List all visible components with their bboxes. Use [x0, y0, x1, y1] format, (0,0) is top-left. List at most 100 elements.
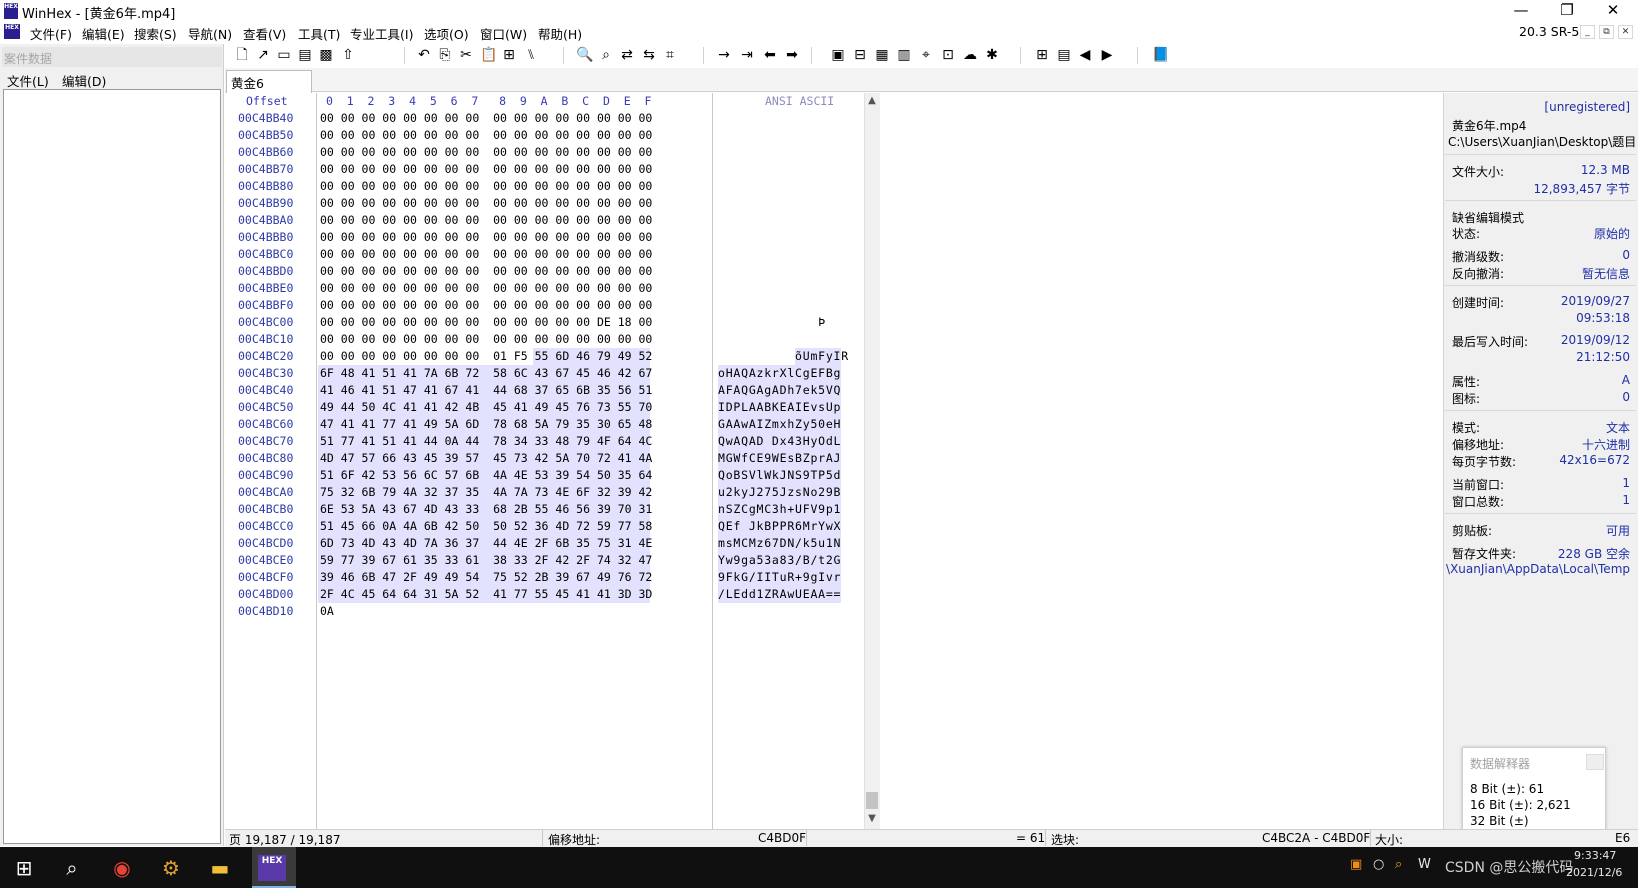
menu-options[interactable]: 选项(O): [424, 24, 469, 43]
row-bytes[interactable]: 00 00 00 00 00 00 00 00 00 00 00 00 00 0…: [320, 110, 652, 127]
hash-icon[interactable]: ⌖: [918, 47, 934, 63]
hex-row[interactable]: 00C4BCF0 39 46 6B 47 2F 49 49 54 75 52 2B…: [226, 569, 880, 586]
menu-window[interactable]: 窗口(W): [480, 24, 527, 43]
row-bytes[interactable]: 0A: [320, 603, 334, 620]
case-data-tree[interactable]: [3, 89, 221, 844]
menu-file[interactable]: 文件(F): [30, 24, 72, 43]
row-bytes[interactable]: 4D 47 57 66 43 45 39 57 45 73 42 5A 70 7…: [320, 450, 652, 467]
row-ascii[interactable]: QwAQAD Dx43HyOdL: [718, 433, 841, 450]
hex-row[interactable]: 00C4BB80 00 00 00 00 00 00 00 00 00 00 00…: [226, 178, 880, 195]
menu-view[interactable]: 查看(V): [243, 24, 286, 43]
replace-icon[interactable]: ⇄: [619, 47, 635, 63]
menu-navigate[interactable]: 导航(N): [188, 24, 232, 43]
paste-icon[interactable]: 📋: [480, 47, 497, 63]
row-bytes[interactable]: 00 00 00 00 00 00 00 00 00 00 00 00 00 D…: [320, 314, 652, 331]
row-ascii[interactable]: MGWfCE9WEsBZprAJ: [718, 450, 841, 467]
row-bytes[interactable]: 41 46 41 51 47 41 67 41 44 68 37 65 6B 3…: [320, 382, 652, 399]
goto-sector-icon[interactable]: ⇥: [739, 47, 755, 63]
start-windows-icon[interactable]: ⊞: [8, 852, 40, 884]
winhex-taskbar-icon[interactable]: HEX: [258, 855, 286, 881]
tray-wps-icon[interactable]: W: [1418, 857, 1431, 872]
row-bytes[interactable]: 00 00 00 00 00 00 00 00 00 00 00 00 00 0…: [320, 178, 652, 195]
cut-icon[interactable]: ✂: [458, 47, 474, 63]
row-bytes[interactable]: 00 00 00 00 00 00 00 00 00 00 00 00 00 0…: [320, 195, 652, 212]
app-icon[interactable]: ⚙: [155, 852, 187, 884]
maximize-button[interactable]: ❐: [1544, 0, 1590, 22]
export-icon[interactable]: ⇧: [340, 47, 356, 63]
disk-icon[interactable]: ▣: [830, 47, 846, 63]
hex-row[interactable]: 00C4BBA0 00 00 00 00 00 00 00 00 00 00 00…: [226, 212, 880, 229]
hex-row[interactable]: 00C4BBC0 00 00 00 00 00 00 00 00 00 00 00…: [226, 246, 880, 263]
row-bytes[interactable]: 51 45 66 0A 4A 6B 42 50 50 52 36 4D 72 5…: [320, 518, 652, 535]
hex-row[interactable]: 00C4BCA0 75 32 6B 79 4A 32 37 35 4A 7A 73…: [226, 484, 880, 501]
hex-row[interactable]: 00C4BB60 00 00 00 00 00 00 00 00 00 00 00…: [226, 144, 880, 161]
mdi-minimize-button[interactable]: _: [1580, 25, 1595, 39]
row-ascii[interactable]: AFAQGAgADh7ek5VQ: [718, 382, 841, 399]
mdi-restore-button[interactable]: ⧉: [1599, 25, 1614, 39]
hex-row[interactable]: 00C4BB70 00 00 00 00 00 00 00 00 00 00 00…: [226, 161, 880, 178]
copy-icon[interactable]: ⎘: [437, 47, 453, 63]
calculator-icon[interactable]: ▥: [896, 47, 912, 63]
checksum-icon[interactable]: ⊡: [940, 47, 956, 63]
row-bytes[interactable]: 00 00 00 00 00 00 00 00 00 00 00 00 00 0…: [320, 212, 652, 229]
hex-row[interactable]: 00C4BB90 00 00 00 00 00 00 00 00 00 00 00…: [226, 195, 880, 212]
hex-row[interactable]: 00C4BC60 47 41 41 77 41 49 5A 6D 78 68 5A…: [226, 416, 880, 433]
file-explorer-icon[interactable]: ▬: [204, 852, 236, 884]
case-menu-file[interactable]: 文件(L): [7, 71, 49, 90]
case-menu-edit[interactable]: 编辑(D): [62, 71, 106, 90]
row-bytes[interactable]: 49 44 50 4C 41 41 42 4B 45 41 49 45 76 7…: [320, 399, 652, 416]
close-button[interactable]: ✕: [1590, 0, 1636, 22]
hex-row[interactable]: 00C4BC40 41 46 41 51 47 41 67 41 44 68 37…: [226, 382, 880, 399]
properties-icon[interactable]: ▩: [318, 47, 334, 63]
row-bytes[interactable]: 00 00 00 00 00 00 00 00 00 00 00 00 00 0…: [320, 229, 652, 246]
hex-row[interactable]: 00C4BCE0 59 77 39 67 61 35 33 61 38 33 2F…: [226, 552, 880, 569]
hex-row[interactable]: 00C4BC00 00 00 00 00 00 00 00 00 00 00 00…: [226, 314, 880, 331]
menu-pro-tools[interactable]: 专业工具(I): [350, 24, 413, 43]
file-tab[interactable]: 黄金6年.mp4: [226, 70, 312, 110]
hex-row[interactable]: 00C4BCD0 6D 73 4D 43 4D 7A 36 37 44 4E 2F…: [226, 535, 880, 552]
row-bytes[interactable]: 00 00 00 00 00 00 00 00 00 00 00 00 00 0…: [320, 144, 652, 161]
hex-row[interactable]: 00C4BBF0 00 00 00 00 00 00 00 00 00 00 00…: [226, 297, 880, 314]
tools-icon[interactable]: ✱: [984, 47, 1000, 63]
hex-row[interactable]: 00C4BB40 00 00 00 00 00 00 00 00 00 00 00…: [226, 110, 880, 127]
hex-row[interactable]: 00C4BCC0 51 45 66 0A 4A 6B 42 50 50 52 36…: [226, 518, 880, 535]
menu-search[interactable]: 搜索(S): [134, 24, 177, 43]
interpreter-close-icon[interactable]: [1586, 754, 1604, 770]
open-disk-icon[interactable]: ⊟: [852, 47, 868, 63]
print-icon[interactable]: ▤: [297, 47, 313, 63]
row-ascii[interactable]: QoBSVlWkJNS9TP5d: [718, 467, 841, 484]
row-bytes[interactable]: 00 00 00 00 00 00 00 00 00 00 00 00 00 0…: [320, 161, 652, 178]
row-ascii[interactable]: QEf JkBPPR6MrYwX: [718, 518, 841, 535]
row-bytes[interactable]: 59 77 39 67 61 35 33 61 38 33 2F 42 2F 7…: [320, 552, 652, 569]
hex-row[interactable]: 00C4BBD0 00 00 00 00 00 00 00 00 00 00 00…: [226, 263, 880, 280]
hex-row[interactable]: 00C4BC90 51 6F 42 53 56 6C 57 6B 4A 4E 53…: [226, 467, 880, 484]
tray-app-icon[interactable]: ▣: [1350, 857, 1362, 872]
binary-icon[interactable]: ⑊: [523, 47, 539, 63]
find-icon[interactable]: 🔍: [576, 47, 593, 63]
goto-offset-icon[interactable]: →: [716, 47, 732, 63]
row-bytes[interactable]: 51 6F 42 53 56 6C 57 6B 4A 4E 53 39 54 5…: [320, 467, 652, 484]
hex-row[interactable]: 00C4BC20 00 00 00 00 00 00 00 00 01 F5 55…: [226, 348, 880, 365]
scroll-up-icon[interactable]: ▲: [864, 93, 880, 109]
hex-row[interactable]: 00C4BBE0 00 00 00 00 00 00 00 00 00 00 00…: [226, 280, 880, 297]
tray-circle-icon[interactable]: ○: [1373, 857, 1384, 872]
row-ascii[interactable]: IDPLAABKEAIEvsUp: [718, 399, 841, 416]
next-icon[interactable]: ▶: [1099, 47, 1115, 63]
row-ascii[interactable]: GAAwAIZmxhZy50eH: [718, 416, 841, 433]
help-book-icon[interactable]: 📘: [1152, 47, 1169, 63]
save-icon[interactable]: ▭: [276, 47, 292, 63]
row-bytes[interactable]: 6F 48 41 51 41 7A 6B 72 58 6C 43 67 45 4…: [320, 365, 652, 382]
hex-row[interactable]: 00C4BC70 51 77 41 51 41 44 0A 44 78 34 33…: [226, 433, 880, 450]
mdi-close-button[interactable]: ✕: [1618, 25, 1633, 39]
row-bytes[interactable]: 00 00 00 00 00 00 00 00 00 00 00 00 00 0…: [320, 246, 652, 263]
row-bytes[interactable]: 6E 53 5A 43 67 4D 43 33 68 2B 55 46 56 3…: [320, 501, 652, 518]
vertical-scrollbar[interactable]: [864, 93, 880, 829]
hex-row[interactable]: 00C4BC50 49 44 50 4C 41 41 42 4B 45 41 49…: [226, 399, 880, 416]
row-ascii[interactable]: u2kyJ275JzsNo29B: [718, 484, 841, 501]
replace-hex-icon[interactable]: ⇆: [641, 47, 657, 63]
row-bytes[interactable]: 00 00 00 00 00 00 00 00 00 00 00 00 00 0…: [320, 263, 652, 280]
row-ascii[interactable]: /LEdd1ZRAwUEAA==: [718, 586, 841, 603]
find-hex-icon[interactable]: ⌕: [598, 47, 614, 63]
hex-row[interactable]: 00C4BB50 00 00 00 00 00 00 00 00 00 00 00…: [226, 127, 880, 144]
ram-icon[interactable]: ▦: [874, 47, 890, 63]
